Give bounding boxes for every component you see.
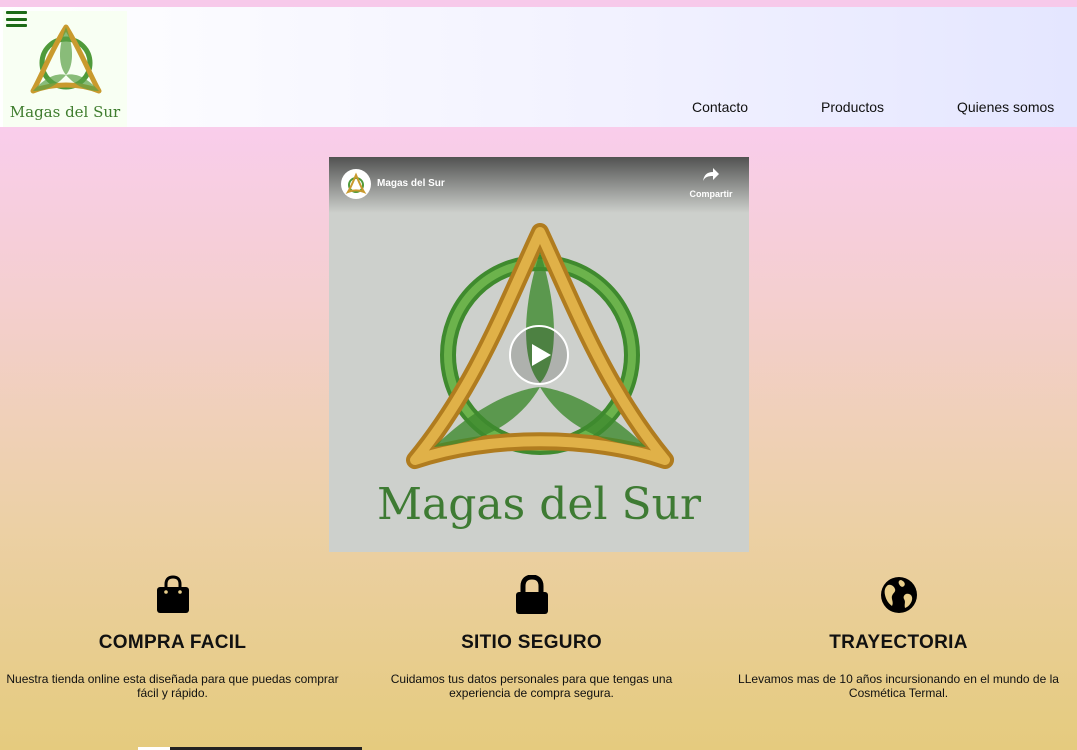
feature-title: COMPRA FACIL [98,632,247,653]
play-button[interactable] [509,325,569,385]
channel-name[interactable]: Magas del Sur [377,178,445,189]
feature-sitio-seguro: SITIO SEGURO Cuidamos tus datos personal… [359,575,704,700]
lock-icon [515,575,548,614]
feature-text: Nuestra tienda online esta diseñada para… [6,672,339,700]
channel-avatar[interactable] [341,169,371,199]
channel-logo-icon [345,172,367,195]
feature-trayectoria: TRAYECTORIA LLevamos mas de 10 años incu… [726,575,1071,700]
video-title-art: Magas del Sur [376,479,702,530]
share-button[interactable]: Compartir [689,167,733,199]
share-label: Compartir [689,189,733,199]
feature-title: SITIO SEGURO [461,632,602,653]
play-icon [532,344,551,366]
globe-icon [880,577,917,613]
video-player[interactable]: Magas del Sur Magas del Sur Compartir [329,157,749,552]
shopping-bag-icon [156,575,189,613]
top-strip [0,0,1077,7]
nav-contacto[interactable]: Contacto [692,99,748,115]
feature-compra-facil: COMPRA FACIL Nuestra tienda online esta … [0,575,345,700]
nav-productos[interactable]: Productos [821,99,884,115]
site-logo[interactable]: Magas del Sur [3,11,127,127]
site-header: Magas del Sur Contacto Productos Quienes… [0,7,1077,127]
menu-icon[interactable] [6,11,27,27]
feature-title: TRAYECTORIA [829,632,968,653]
share-arrow-icon [703,168,719,181]
nav-quienes-somos[interactable]: Quienes somos [957,99,1054,115]
logo-text: Magas del Sur [9,103,121,121]
video-top-bar: Magas del Sur Compartir [329,157,749,213]
feature-text: LLevamos mas de 10 años incursionando en… [738,672,1059,700]
feature-text: Cuidamos tus datos personales para que t… [390,672,673,700]
